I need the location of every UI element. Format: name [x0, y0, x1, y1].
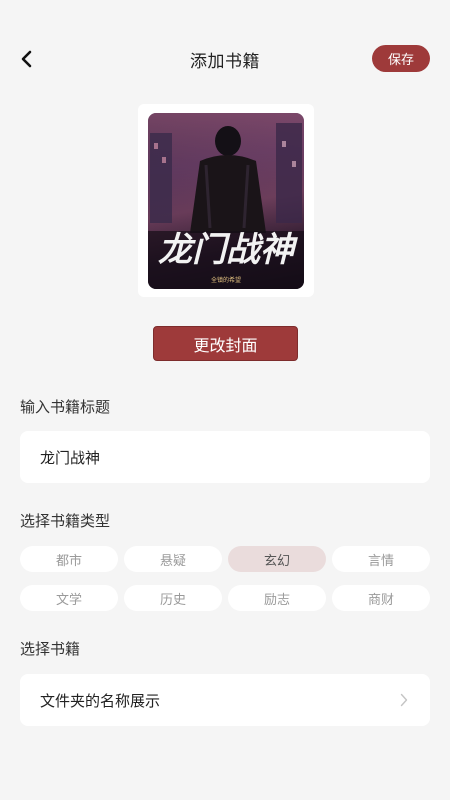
title-section-label: 输入书籍标题: [20, 398, 111, 416]
save-button[interactable]: 保存: [372, 45, 430, 72]
type-chip-lizhi[interactable]: 励志: [228, 585, 326, 611]
cover-title-text: 龙门战神: [158, 230, 298, 270]
cover-author-text: 全镇的希望: [211, 276, 241, 284]
type-chip-lishi[interactable]: 历史: [124, 585, 222, 611]
type-chip-xuanhuan[interactable]: 玄幻: [228, 546, 326, 572]
cover-illustration: 龙门战神 全镇的希望: [148, 113, 304, 289]
type-section-label: 选择书籍类型: [20, 512, 111, 530]
header: 添加书籍 保存: [0, 0, 450, 118]
change-cover-button[interactable]: 更改封面: [153, 326, 298, 361]
book-select-row[interactable]: 文件夹的名称展示: [20, 674, 430, 726]
chevron-right-icon: [400, 693, 408, 707]
cover-image: 龙门战神 全镇的希望: [148, 113, 304, 289]
type-chip-yanqing[interactable]: 言情: [332, 546, 430, 572]
type-chip-wenxue[interactable]: 文学: [20, 585, 118, 611]
type-chip-xuanyi[interactable]: 悬疑: [124, 546, 222, 572]
book-section-label: 选择书籍: [20, 640, 81, 658]
cover-card: 龙门战神 全镇的希望: [138, 104, 314, 297]
type-chip-dushi[interactable]: 都市: [20, 546, 118, 572]
type-chip-shangcai[interactable]: 商财: [332, 585, 430, 611]
book-select-value: 文件夹的名称展示: [40, 691, 161, 710]
book-title-input[interactable]: 龙门战神: [20, 431, 430, 483]
